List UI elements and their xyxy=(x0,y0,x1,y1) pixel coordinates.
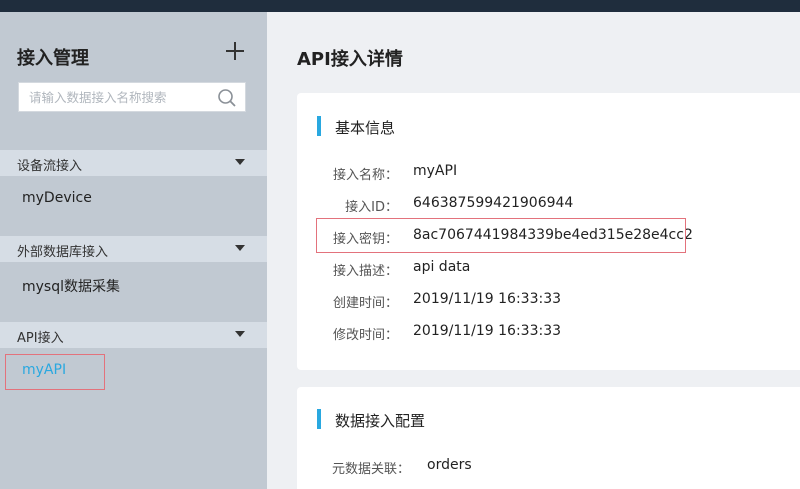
section-title-basic: 基本信息 xyxy=(335,119,396,137)
group-label: 设备流接入 xyxy=(17,159,83,174)
label-modified: 修改时间： xyxy=(332,328,398,343)
nav-item-mysql[interactable]: mysql数据采集 xyxy=(22,276,120,296)
nav-item-mydevice[interactable]: myDevice xyxy=(22,190,92,206)
group-api[interactable]: API接入 xyxy=(0,322,267,348)
group-device-stream[interactable]: 设备流接入 xyxy=(0,150,267,176)
page-title: API接入详情 xyxy=(297,49,403,70)
value-description: api data xyxy=(413,259,471,275)
value-metadata: orders xyxy=(427,457,472,473)
sidebar-title: 接入管理 xyxy=(17,48,89,69)
config-card: 数据接入配置 元数据关联： orders xyxy=(297,387,800,489)
section-accent-bar xyxy=(317,116,321,136)
label-description: 接入描述： xyxy=(332,264,398,279)
value-created: 2019/11/19 16:33:33 xyxy=(413,291,562,307)
group-label: 外部数据库接入 xyxy=(17,245,109,260)
label-created: 创建时间： xyxy=(332,296,398,311)
search-box xyxy=(18,82,246,112)
highlight-box-nav xyxy=(5,354,105,390)
section-accent-bar xyxy=(317,409,321,429)
top-bar xyxy=(0,0,800,12)
chevron-down-icon xyxy=(235,245,245,251)
value-modified: 2019/11/19 16:33:33 xyxy=(413,323,562,339)
highlight-box-secret xyxy=(316,218,686,253)
group-external-db[interactable]: 外部数据库接入 xyxy=(0,236,267,262)
search-icon[interactable] xyxy=(217,88,237,108)
chevron-down-icon xyxy=(235,331,245,337)
chevron-down-icon xyxy=(235,159,245,165)
add-icon[interactable] xyxy=(224,40,246,62)
value-name: myAPI xyxy=(413,163,458,179)
search-input[interactable] xyxy=(19,83,214,111)
label-metadata: 元数据关联： xyxy=(331,462,410,477)
label-id: 接入ID： xyxy=(345,200,398,215)
group-label: API接入 xyxy=(17,331,64,346)
section-title-config: 数据接入配置 xyxy=(335,412,426,430)
label-name: 接入名称： xyxy=(332,168,398,183)
sidebar: 接入管理 设备流接入 myDevice 外部数据库接入 mysql数据采集 AP… xyxy=(0,12,267,489)
value-id: 646387599421906944 xyxy=(413,195,574,211)
